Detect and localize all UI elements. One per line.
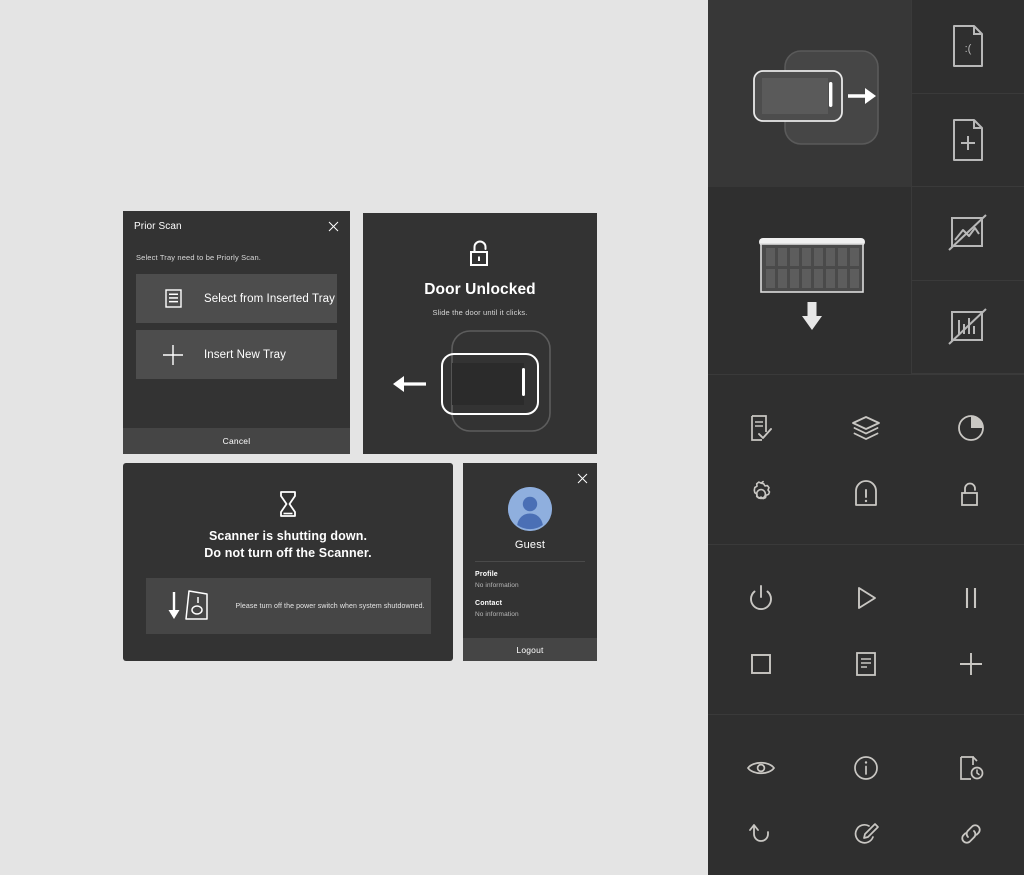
shutdown-note: Please turn off the power switch when sy… [145,578,431,634]
unlock-icon[interactable] [919,461,1024,527]
shutdown-note-text: Please turn off the power switch when sy… [235,602,425,610]
select-from-inserted-tray-label: Select from Inserted Tray [204,292,335,305]
profile-name: Guest [514,539,546,551]
icon-grid [708,735,1024,867]
door-alert-icon[interactable] [813,461,918,527]
shutdown-card: Scanner is shutting down. Do not turn of… [123,463,453,661]
icon-grid [708,395,1024,527]
power-switch-down-icon [166,586,218,626]
profile-card: Guest Profile No information Contact No … [463,463,597,661]
door-unlocked-subtitle: Slide the door until it clicks. [432,308,528,317]
icon-grid-section-3 [708,714,1024,875]
shutdown-line-2: Do not turn off the Scanner. [204,546,372,560]
icon-grid-section-1 [708,374,1024,544]
tray-list-icon [158,289,188,308]
close-icon[interactable] [573,469,591,487]
layers-icon[interactable] [813,395,918,461]
cancel-button[interactable]: Cancel [123,428,350,454]
icon-grid-section-2 [708,544,1024,714]
document-icon-column: :( [911,0,1024,374]
left-canvas: Prior Scan Select Tray need to be Priorl… [0,0,708,875]
stop-icon[interactable] [708,631,813,697]
insert-new-tray-option[interactable]: Insert New Tray [136,330,337,379]
edit-pencil-icon[interactable] [813,801,918,867]
door-unlocked-title: Door Unlocked [424,281,536,298]
prior-scan-titlebar: Prior Scan [123,211,350,241]
prior-scan-dialog: Prior Scan Select Tray need to be Priorl… [123,211,350,454]
icon-grid [708,565,1024,697]
pause-icon[interactable] [919,565,1024,631]
icon-panel: :( [708,0,1024,875]
document-add-icon[interactable] [912,94,1024,187]
profile-field-label: Profile [475,571,498,578]
link-icon[interactable] [919,801,1024,867]
gear-icon[interactable] [708,461,813,527]
profile-fields: Profile No information Contact No inform… [463,562,597,638]
plus-icon[interactable] [919,631,1024,697]
select-from-inserted-tray-option[interactable]: Select from Inserted Tray [136,274,337,323]
insert-new-tray-label: Insert New Tray [204,348,287,361]
no-image-icon[interactable] [912,187,1024,281]
profile-divider [475,561,585,562]
illustration-column [708,0,911,374]
profile-field-value: No information [475,582,519,589]
prior-scan-title: Prior Scan [134,220,182,232]
illustration-section: :( [708,0,1024,374]
play-icon[interactable] [813,565,918,631]
info-icon[interactable] [813,735,918,801]
document-clock-icon[interactable] [919,735,1024,801]
screen: Prior Scan Select Tray need to be Priorl… [0,0,1024,875]
contact-field-value: No information [475,611,519,618]
eye-icon[interactable] [708,735,813,801]
door-unlocked-dialog: Door Unlocked Slide the door until it cl… [363,213,597,454]
document-error-icon[interactable]: :( [912,0,1024,94]
contact-field-label: Contact [475,600,503,607]
logout-button-label: Logout [516,644,544,655]
shutdown-line-1: Scanner is shutting down. [208,529,368,543]
pie-chart-icon[interactable] [919,395,1024,461]
avatar [508,487,552,531]
door-slide-left-illustration [380,327,580,437]
cancel-button-label: Cancel [222,436,251,446]
logout-button[interactable]: Logout [463,638,597,661]
checklist-icon[interactable] [708,395,813,461]
tray-insert-illustration [708,187,911,374]
undo-icon[interactable] [708,801,813,867]
power-icon[interactable] [708,565,813,631]
unlock-icon [466,239,494,271]
no-histogram-icon[interactable] [912,281,1024,374]
plus-icon [158,344,188,366]
prior-scan-body: Select Tray need to be Priorly Scan. Sel… [123,241,350,428]
profile-header: Guest [463,463,597,562]
close-icon[interactable] [324,217,342,235]
svg-text::(: :( [965,43,972,55]
document-lines-icon[interactable] [813,631,918,697]
prior-scan-subtitle: Select Tray need to be Priorly Scan. [136,253,262,262]
door-close-illustration [708,0,911,187]
hourglass-icon [277,490,299,518]
